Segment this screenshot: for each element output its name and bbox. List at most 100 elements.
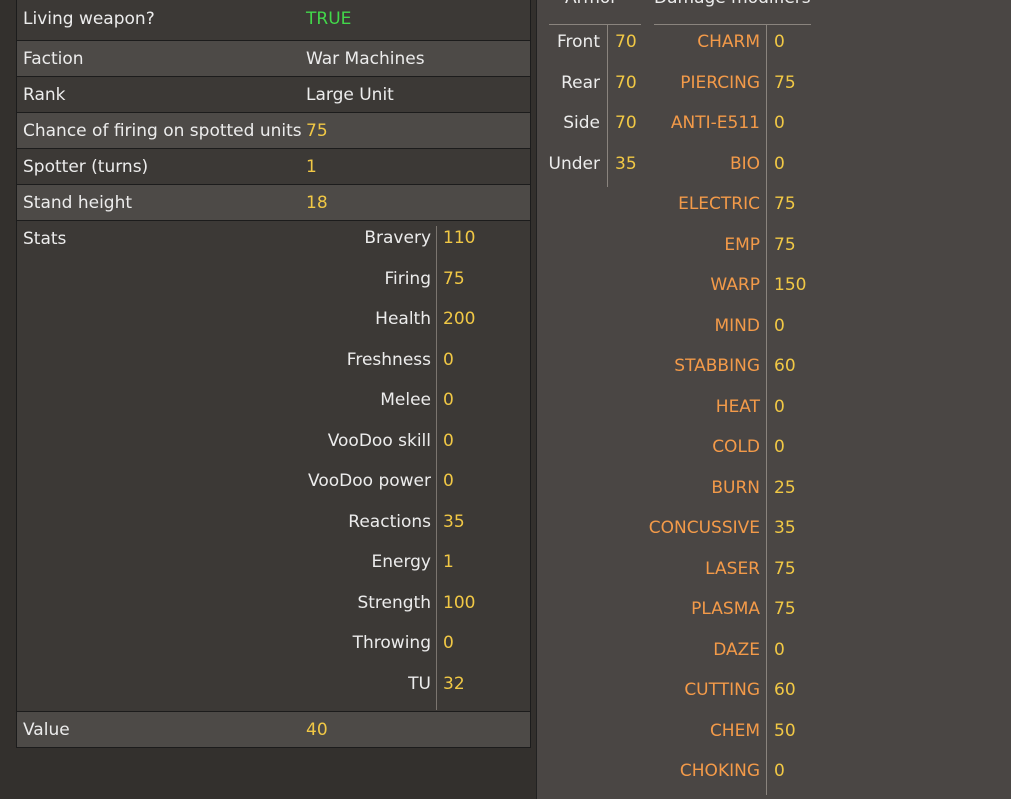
damage-modifier-name: CONCUSSIVE	[648, 518, 760, 538]
stat-row-voodoo-power: VooDoo power 0	[17, 471, 532, 495]
damage-modifier-row-burn: BURN 25	[537, 478, 1011, 502]
damage-modifier-value: 0	[774, 32, 785, 52]
damage-modifier-name: EMP	[724, 234, 760, 255]
stat-value: 1	[443, 552, 454, 572]
damage-modifiers-header-underline	[654, 24, 811, 25]
damage-modifier-name: COLD	[712, 437, 760, 457]
stat-name: VooDoo power	[308, 471, 431, 491]
property-value: War Machines	[306, 48, 425, 69]
properties-table: Living weapon? TRUE Faction War Machines…	[16, 0, 531, 713]
damage-modifier-name: BIO	[729, 153, 760, 174]
stat-name: Melee	[380, 390, 431, 410]
damage-modifier-value: 0	[774, 396, 785, 417]
property-value: Large Unit	[306, 84, 394, 105]
damage-modifier-value: 0	[774, 761, 785, 781]
damage-modifier-row-warp: WARP 150	[537, 275, 1011, 299]
stat-value: 75	[443, 269, 465, 289]
damage-modifier-row-charm: CHARM 0	[537, 32, 1011, 56]
damage-modifier-name: WARP	[710, 275, 760, 295]
unit-properties-pane: Living weapon? TRUE Faction War Machines…	[0, 0, 536, 799]
damage-modifier-row-emp: EMP 75	[537, 235, 1011, 259]
damage-modifier-name: LASER	[705, 558, 760, 579]
stat-value: 32	[443, 674, 465, 694]
property-value: 18	[306, 192, 328, 213]
stat-row-melee: Melee 0	[17, 390, 532, 414]
damage-modifier-name: CHOKING	[679, 761, 760, 781]
damage-modifier-name: ELECTRIC	[678, 194, 760, 214]
damage-modifier-value: 0	[774, 639, 785, 660]
damage-modifier-name: HEAT	[715, 396, 760, 417]
property-key: Faction	[23, 48, 84, 69]
property-key: Spotter (turns)	[23, 156, 149, 177]
stat-name: Bravery	[364, 228, 431, 248]
damage-modifier-value: 75	[774, 599, 796, 619]
property-row-faction: Faction War Machines	[17, 40, 530, 76]
stat-value: 0	[443, 350, 454, 370]
damage-modifier-name: ANTI-E511	[670, 113, 760, 133]
damage-modifier-row-laser: LASER 75	[537, 559, 1011, 583]
damage-modifier-row-piercing: PIERCING 75	[537, 73, 1011, 97]
damage-modifier-value: 0	[774, 437, 785, 457]
property-row-spotter: Spotter (turns) 1	[17, 148, 530, 184]
property-value: TRUE	[306, 9, 352, 29]
damage-modifier-row-bio: BIO 0	[537, 154, 1011, 178]
stat-value: 35	[443, 512, 465, 532]
stat-row-bravery: Bravery 110	[17, 228, 532, 252]
stats-section: Stats Bravery 110 Firing 75 Health 200 F…	[17, 220, 530, 712]
damage-modifier-value: 35	[774, 518, 796, 538]
stat-value: 110	[443, 228, 476, 248]
damage-modifier-name: BURN	[711, 477, 760, 498]
damage-modifier-row-plasma: PLASMA 75	[537, 599, 1011, 623]
stat-row-tu: TU 32	[17, 674, 532, 698]
stat-row-health: Health 200	[17, 309, 532, 333]
property-row-rank: Rank Large Unit	[17, 76, 530, 112]
stat-value: 200	[443, 309, 476, 329]
stat-row-freshness: Freshness 0	[17, 350, 532, 374]
damage-modifier-row-stabbing: STABBING 60	[537, 356, 1011, 380]
stat-name: Freshness	[346, 350, 431, 370]
damage-modifier-value: 0	[774, 153, 785, 174]
stat-name: Health	[375, 309, 431, 329]
damage-modifier-value: 50	[774, 720, 796, 741]
property-value: 40	[306, 720, 328, 740]
damage-modifier-row-electric: ELECTRIC 75	[537, 194, 1011, 218]
stat-row-throwing: Throwing 0	[17, 633, 532, 657]
damage-modifiers-header: Damage modifiers	[654, 0, 811, 8]
property-key: Rank	[23, 84, 66, 105]
damage-modifier-value: 0	[774, 315, 785, 336]
damage-modifier-value: 25	[774, 477, 796, 498]
damage-modifier-value: 150	[774, 275, 807, 295]
stat-row-voodoo-skill: VooDoo skill 0	[17, 431, 532, 455]
damage-modifier-name: MIND	[714, 315, 761, 336]
damage-modifier-row-anti-e511: ANTI-E511 0	[537, 113, 1011, 137]
stat-name: TU	[408, 674, 431, 694]
stat-name: VooDoo skill	[327, 431, 431, 451]
stat-row-firing: Firing 75	[17, 269, 532, 293]
damage-modifier-value: 60	[774, 356, 796, 376]
property-key: Value	[23, 720, 70, 740]
property-key: Living weapon?	[23, 9, 155, 29]
stat-name: Firing	[384, 269, 431, 289]
damage-modifier-name: STABBING	[674, 356, 760, 376]
property-key: Chance of firing on spotted units	[23, 120, 302, 141]
stat-row-energy: Energy 1	[17, 552, 532, 576]
stat-name: Strength	[357, 593, 431, 613]
damage-modifier-row-cutting: CUTTING 60	[537, 680, 1011, 704]
property-row-living-weapon: Living weapon? TRUE	[17, 0, 530, 40]
damage-modifier-row-choking: CHOKING 0	[537, 761, 1011, 785]
property-row-value: Value 40	[16, 711, 531, 748]
stat-value: 100	[443, 593, 476, 613]
stat-value: 0	[443, 471, 454, 491]
stat-name: Energy	[371, 552, 431, 572]
armor-header: Armor	[565, 0, 617, 8]
stat-value: 0	[443, 390, 454, 410]
stat-row-reactions: Reactions 35	[17, 512, 532, 536]
property-value: 75	[306, 120, 328, 141]
property-value: 1	[306, 156, 317, 177]
stat-value: 0	[443, 633, 454, 653]
stat-value: 0	[443, 431, 454, 451]
damage-modifier-row-daze: DAZE 0	[537, 640, 1011, 664]
damage-modifier-name: CHARM	[697, 32, 760, 52]
armor-damage-pane: Armor Damage modifiers Front70Rear70Side…	[536, 0, 1011, 799]
stat-name: Throwing	[352, 633, 431, 653]
